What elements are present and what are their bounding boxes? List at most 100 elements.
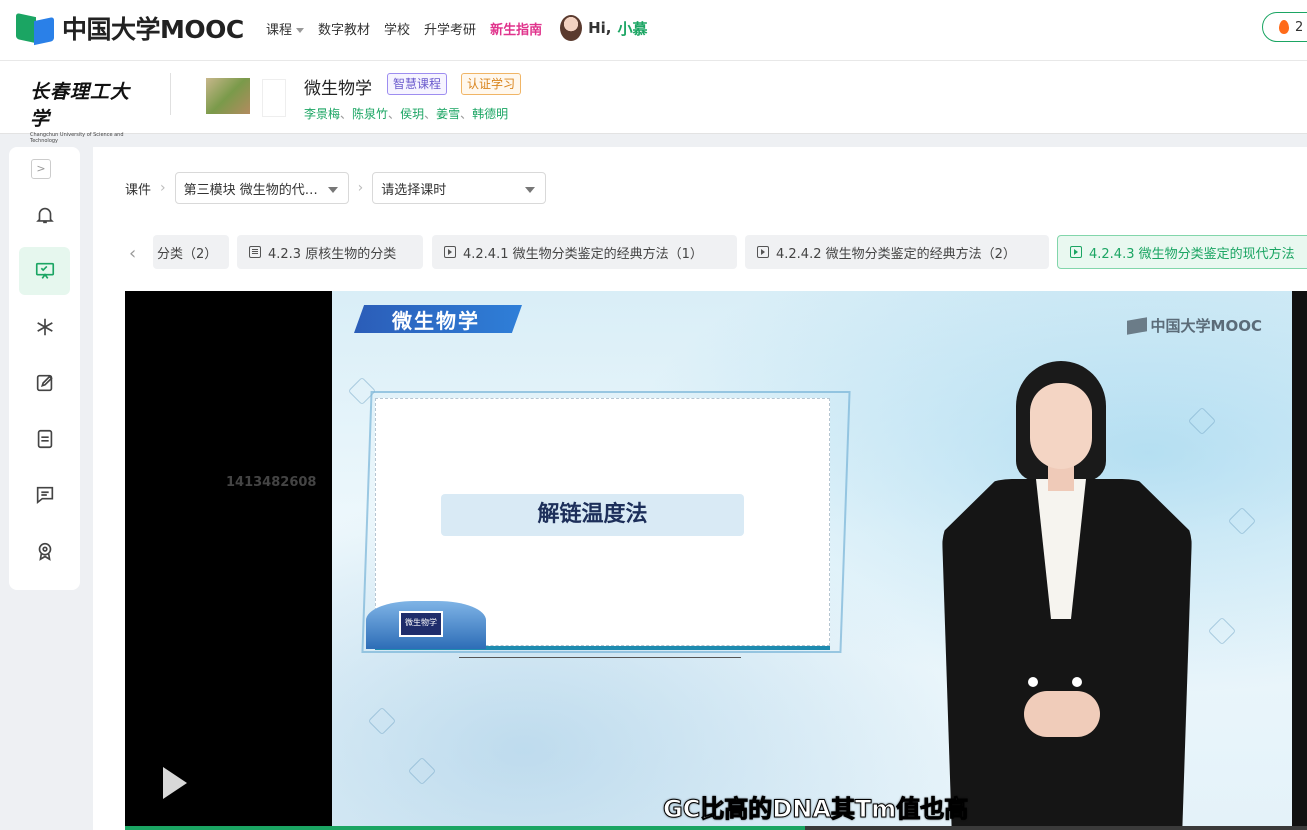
- streak-count: 2: [1295, 19, 1304, 35]
- school-logo[interactable]: 长春理工大学 Changchun University of Science a…: [30, 77, 140, 144]
- video-course-title: 微生物学: [392, 309, 480, 333]
- header-divider: [170, 73, 171, 115]
- chevron-right-icon: ›: [160, 180, 166, 196]
- video-subtitle: GC比高的DNA其Tm值也高: [662, 795, 969, 824]
- lesson-tab-label: 4.2.4.1 微生物分类鉴定的经典方法（1）: [463, 246, 703, 262]
- mooc-logo-text: 中国大学MOOC: [62, 15, 244, 44]
- course-title: 微生物学: [304, 79, 372, 99]
- dropdown-arrow-icon: [525, 187, 536, 193]
- teacher-separator: 、: [424, 107, 437, 121]
- decor-hexagon: [367, 706, 397, 736]
- teacher-separator: 、: [388, 107, 401, 121]
- nav-item-digital-textbooks[interactable]: 数字教材: [318, 19, 370, 38]
- sidebar-expand-button[interactable]: >: [31, 159, 51, 179]
- assistant-greeting[interactable]: Hi, 小慕: [560, 15, 648, 41]
- decor-hexagon: [407, 756, 437, 786]
- greeting-name: 小慕: [617, 19, 648, 38]
- video-progress-bar[interactable]: [125, 826, 1307, 830]
- lesson-tab-active[interactable]: 4.2.4.3 微生物分类鉴定的现代方法: [1057, 235, 1307, 269]
- streak-pill[interactable]: 2: [1262, 12, 1307, 42]
- video-progress-fill: [125, 826, 805, 830]
- course-cover-image: [206, 78, 250, 114]
- sidebar-item-exam[interactable]: [19, 415, 70, 463]
- nav-menu: 课程 数字教材 学校 升学考研 新生指南 Hi, 小慕: [266, 0, 648, 56]
- nav-item-schools[interactable]: 学校: [384, 19, 410, 38]
- nav-item-courses[interactable]: 课程: [266, 19, 305, 38]
- teacher-link[interactable]: 姜雪: [436, 107, 460, 121]
- chevron-right-icon: ›: [357, 180, 364, 196]
- teacher-link[interactable]: 陈泉竹: [352, 107, 388, 121]
- chevron-left-icon[interactable]: ‹: [129, 243, 136, 264]
- teacher-link[interactable]: 李景梅: [304, 107, 340, 121]
- nav-item-courses-label: 课程: [266, 22, 293, 38]
- sidebar-item-homework[interactable]: [19, 359, 70, 407]
- tag-certified-learning: 认证学习: [461, 73, 522, 95]
- lesson-tab-strip: ‹ 分类（2） 4.2.3 原核生物的分类 4.2.4.1 微生物分类鉴定的经典…: [125, 235, 1307, 269]
- dropdown-arrow-icon: [327, 187, 338, 193]
- microbiology-badge: 微生物学: [366, 601, 486, 649]
- lesson-tab[interactable]: 分类（2）: [153, 235, 229, 269]
- school-name-en: Changchun University of Science and Tech…: [30, 132, 124, 144]
- top-navigation-bar: 中国大学MOOC 课程 数字教材 学校 升学考研 新生指南 Hi, 小慕 2: [0, 0, 1307, 61]
- course-header: 长春理工大学 Changchun University of Science a…: [0, 61, 1307, 144]
- lesson-tab-label: 分类（2）: [157, 246, 218, 262]
- edit-icon: [36, 374, 53, 392]
- teacher-link[interactable]: 侯玥: [400, 107, 424, 121]
- certificate-icon: [38, 542, 51, 561]
- slide-underline: [459, 657, 741, 658]
- nav-item-exam-prep[interactable]: 升学考研: [424, 19, 476, 38]
- video-frame: 微生物学 中国大学MOOC 解链温度法 微生物学: [332, 291, 1292, 830]
- mooc-logo-icon: [16, 12, 56, 46]
- module-select-value: 第三模块 微生物的代…: [183, 182, 318, 198]
- sidebar-item-courseware[interactable]: [19, 247, 70, 295]
- decor-hexagon: [1207, 616, 1237, 646]
- video-letterbox: [1292, 291, 1307, 830]
- school-name: 长春理工大学: [30, 81, 131, 130]
- sidebar-item-discussion[interactable]: [19, 471, 70, 519]
- play-icon: [1070, 246, 1082, 258]
- lecturer-figure: [932, 361, 1202, 830]
- mooc-logo-icon: [1126, 316, 1147, 335]
- microbiology-badge-text: 微生物学: [399, 611, 443, 637]
- sidebar-item-notifications[interactable]: [19, 191, 70, 239]
- greeting-hi: Hi,: [588, 19, 612, 37]
- document-icon: [37, 429, 52, 449]
- teacher-link[interactable]: 韩德明: [472, 107, 508, 121]
- breadcrumb: 课件 › 第三模块 微生物的代… › 请选择课时: [125, 171, 547, 205]
- courseware-icon: [35, 262, 54, 279]
- module-select[interactable]: 第三模块 微生物的代…: [174, 172, 349, 204]
- play-icon: [757, 246, 769, 258]
- left-sidebar: >: [9, 147, 80, 590]
- flame-icon: [1279, 20, 1289, 34]
- lesson-tab[interactable]: 4.2.4.2 微生物分类鉴定的经典方法（2）: [745, 235, 1049, 269]
- lesson-tab[interactable]: 4.2.4.1 微生物分类鉴定的经典方法（1）: [432, 235, 737, 269]
- nav-item-freshman-guide[interactable]: 新生指南: [490, 19, 542, 38]
- lesson-select[interactable]: 请选择课时: [372, 172, 547, 204]
- assistant-avatar: [560, 15, 583, 41]
- video-player[interactable]: 1413482608 微生物学 中国大学MOOC 解链温度法 微生物学 GC比高…: [125, 291, 1307, 830]
- video-watermark-id: 1413482608: [226, 475, 317, 490]
- chat-icon: [36, 486, 53, 505]
- lesson-tab-label: 4.2.4.2 微生物分类鉴定的经典方法（2）: [776, 246, 1016, 262]
- teacher-separator: 、: [340, 107, 353, 121]
- breadcrumb-root[interactable]: 课件: [125, 179, 151, 198]
- teacher-separator: 、: [460, 107, 473, 121]
- sidebar-item-certificate[interactable]: [19, 527, 70, 575]
- video-brand-text: 中国大学MOOC: [1150, 317, 1262, 335]
- chevron-down-icon: [296, 27, 305, 33]
- decor-hexagon: [1227, 506, 1257, 536]
- snowflake-icon: [36, 318, 53, 336]
- tag-smart-course: 智慧课程: [387, 73, 448, 95]
- bell-icon: [35, 207, 54, 224]
- lesson-tab[interactable]: 4.2.3 原核生物的分类: [237, 235, 423, 269]
- main-content: 课件 › 第三模块 微生物的代… › 请选择课时 ‹ 分类（2） 4.2.3 原…: [93, 147, 1307, 830]
- video-course-title-banner: 微生物学: [354, 299, 524, 335]
- sidebar-item-explore[interactable]: [19, 303, 70, 351]
- teacher-list: 李景梅、陈泉竹、侯玥、姜雪、韩德明: [304, 105, 508, 122]
- mooc-logo[interactable]: 中国大学MOOC: [16, 12, 244, 46]
- document-icon: [249, 246, 261, 258]
- play-icon: [444, 246, 456, 258]
- lesson-tab-label: 4.2.3 原核生物的分类: [268, 246, 397, 262]
- lesson-select-placeholder: 请选择课时: [381, 182, 447, 198]
- play-icon[interactable]: [163, 767, 187, 799]
